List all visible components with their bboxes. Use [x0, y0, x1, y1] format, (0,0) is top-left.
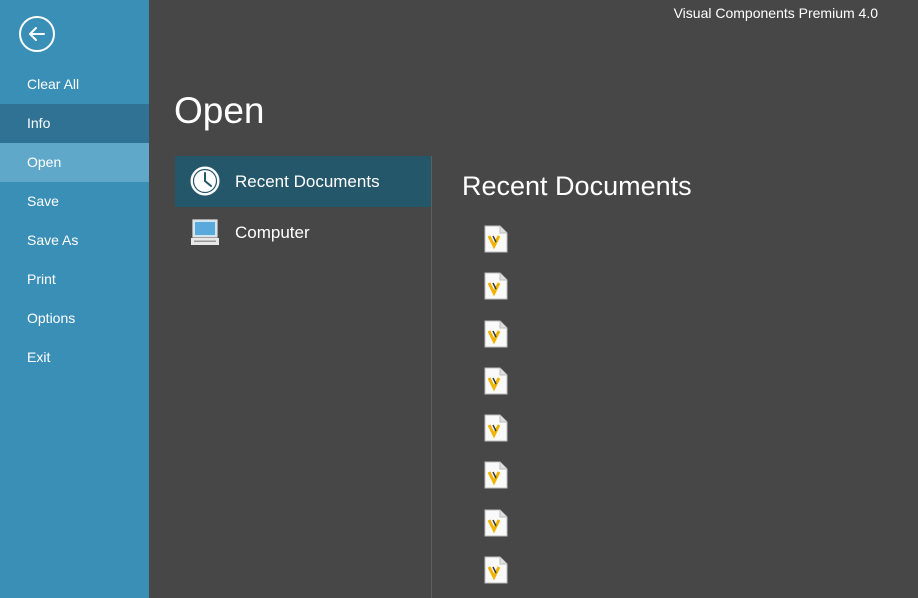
menu-item-options[interactable]: Options	[0, 299, 149, 338]
place-recent-documents[interactable]: Recent Documents	[175, 156, 431, 207]
recent-documents-heading: Recent Documents	[462, 171, 692, 201]
vc-file-icon	[484, 320, 508, 348]
open-places-list: Recent Documents Computer	[175, 156, 431, 258]
menu-item-save[interactable]: Save	[0, 182, 149, 221]
vc-file-icon	[484, 367, 508, 395]
column-divider	[431, 156, 432, 598]
menu-item-save-as[interactable]: Save As	[0, 221, 149, 260]
list-item[interactable]	[480, 357, 900, 404]
menu-item-info[interactable]: Info	[0, 104, 149, 143]
vc-file-icon	[484, 272, 508, 300]
menu-item-clear-all[interactable]: Clear All	[0, 65, 149, 104]
vc-file-icon	[484, 556, 508, 584]
vc-file-icon	[484, 509, 508, 537]
page-title: Open	[174, 90, 265, 131]
back-button[interactable]	[19, 16, 55, 52]
list-item[interactable]	[480, 451, 900, 498]
list-item[interactable]	[480, 404, 900, 451]
menu-item-open[interactable]: Open	[0, 143, 149, 182]
backstage-sidebar: Clear All Info Open Save Save As Print O…	[0, 0, 149, 598]
place-computer[interactable]: Computer	[175, 207, 431, 258]
back-arrow-icon	[29, 27, 45, 41]
vc-file-icon	[484, 225, 508, 253]
menu-item-print[interactable]: Print	[0, 260, 149, 299]
place-label-recent: Recent Documents	[235, 172, 380, 191]
vc-file-icon	[484, 414, 508, 442]
list-item[interactable]	[480, 262, 900, 309]
list-item[interactable]	[480, 499, 900, 546]
computer-icon	[191, 219, 219, 245]
place-label-computer: Computer	[235, 223, 310, 242]
recent-documents-list	[480, 215, 900, 593]
vc-file-icon	[484, 461, 508, 489]
backstage-menu: Clear All Info Open Save Save As Print O…	[0, 65, 149, 377]
list-item[interactable]	[480, 546, 900, 593]
list-item[interactable]	[480, 310, 900, 357]
list-item[interactable]	[480, 215, 900, 262]
clock-icon	[190, 166, 220, 196]
app-title: Visual Components Premium 4.0	[673, 5, 878, 21]
menu-item-exit[interactable]: Exit	[0, 338, 149, 377]
